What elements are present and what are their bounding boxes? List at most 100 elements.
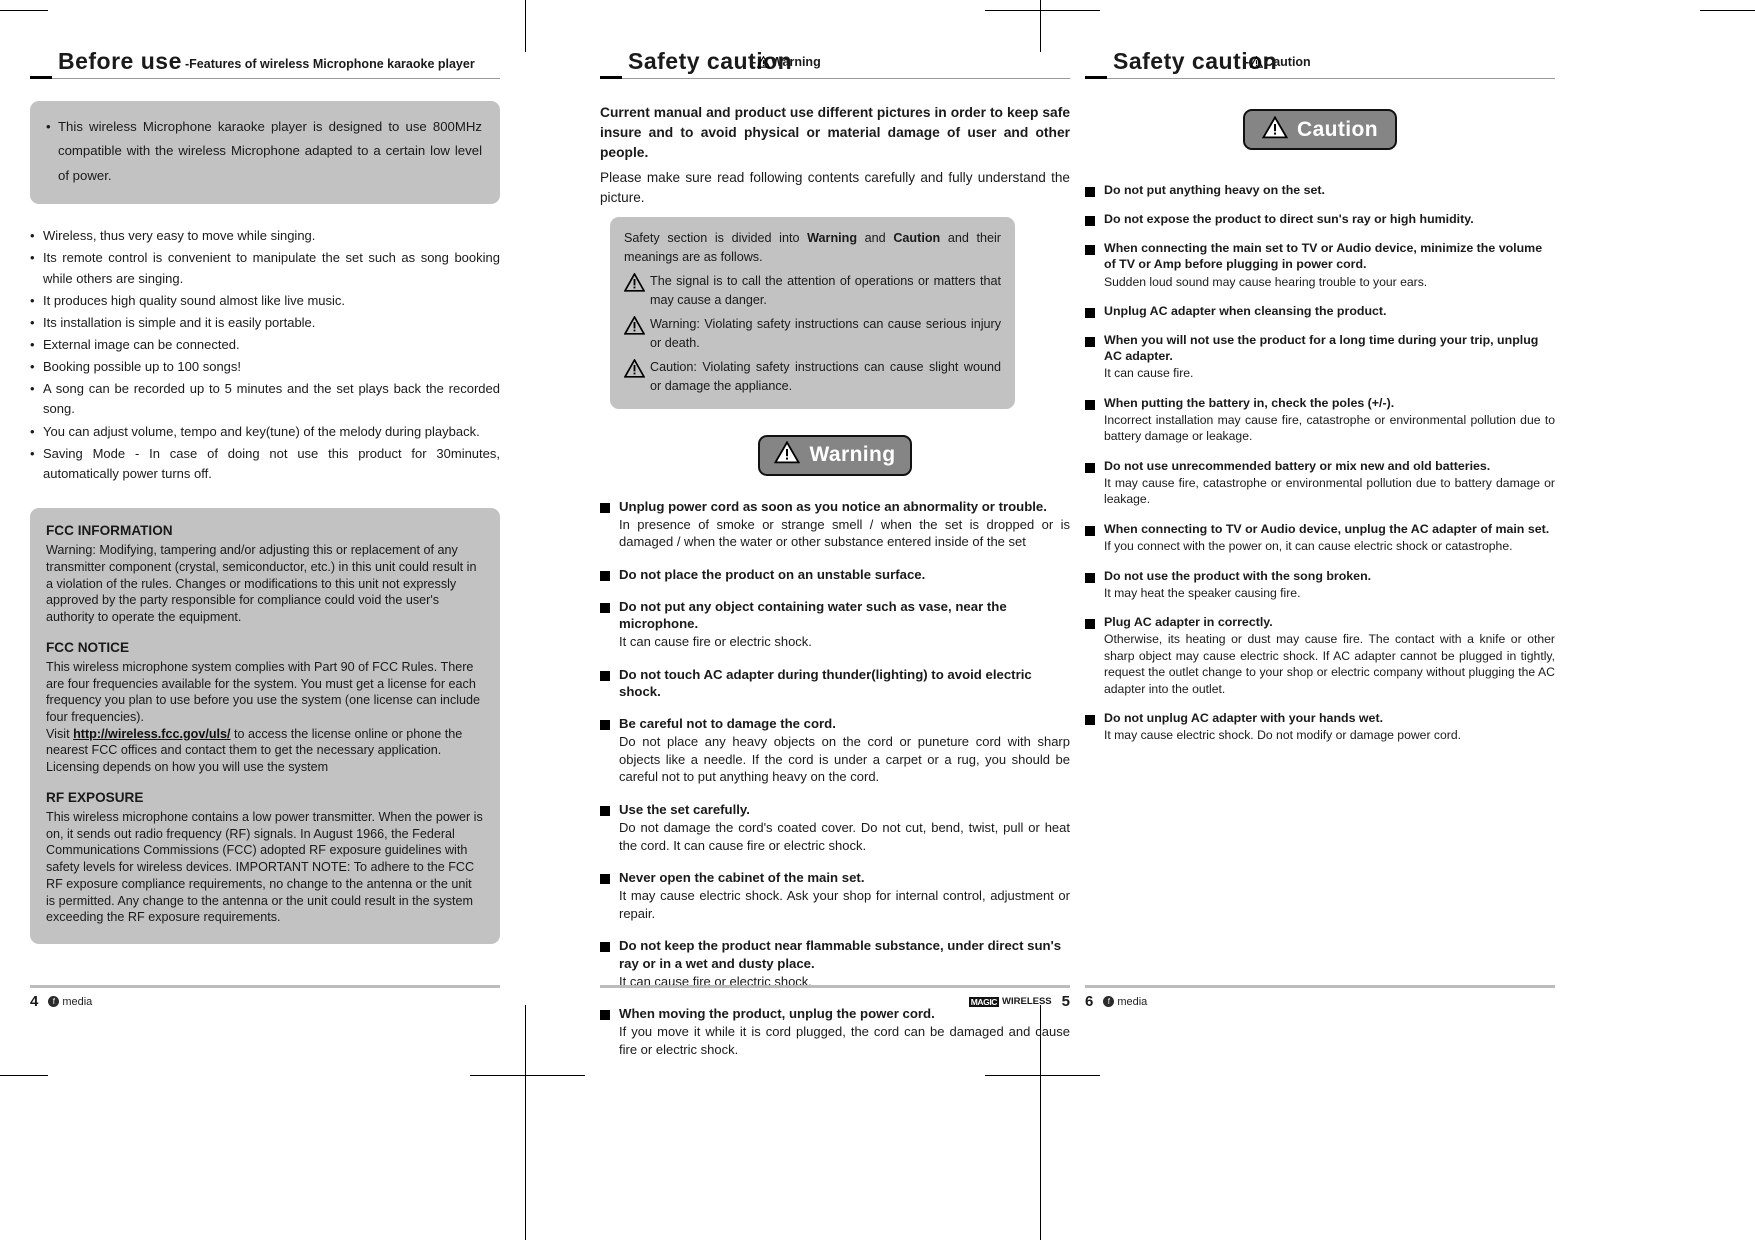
item-desc: Otherwise, its heating or dust may cause…	[1104, 632, 1555, 696]
footer-row: 4 f media	[30, 988, 500, 1010]
subtitle-text: Warning	[771, 55, 821, 69]
rf-exposure-body: This wireless microphone contains a low …	[46, 810, 483, 925]
item-title: Be careful not to damage the cord.	[619, 716, 836, 732]
item-desc: It can cause fire or electric shock.	[619, 634, 812, 650]
list-item: Do not use unrecommended battery or mix …	[1085, 458, 1555, 508]
bullet-dot-icon: •	[30, 292, 35, 308]
item-title: Unplug AC adapter when cleansing the pro…	[1104, 303, 1387, 318]
item-desc: It may cause fire, catastrophe or enviro…	[1104, 476, 1555, 507]
bullet-dot-icon: •	[46, 119, 51, 134]
bullet-dot-icon: •	[30, 250, 35, 266]
page-safety-caution-warning: Safety caution - Warning Current manual a…	[600, 0, 1070, 1130]
item-title: Do not expose the product to direct sun'…	[1104, 212, 1474, 227]
meaning-row: Caution: Violating safety instructions c…	[623, 358, 1001, 396]
item-title: Do not place the product on an unstable …	[619, 566, 926, 582]
list-item: When connecting the main set to TV or Au…	[1085, 240, 1555, 290]
meaning-text: The signal is to call the attention of o…	[650, 274, 1001, 308]
item-title: Do not unplug AC adapter with your hands…	[1104, 711, 1384, 726]
warning-triangle-icon	[623, 315, 650, 353]
warning-item-list: Unplug power cord as soon as you notice …	[600, 498, 1070, 1059]
feature-text: A song can be recorded up to 5 minutes a…	[43, 381, 500, 417]
list-item: Do not expose the product to direct sun'…	[1085, 211, 1555, 227]
media-logo-mark-icon: f	[1103, 996, 1115, 1007]
caution-triangle-icon	[623, 358, 650, 396]
page-subtitle: - Caution	[1245, 55, 1311, 71]
square-bullet-icon	[1085, 572, 1095, 583]
list-item: When moving the product, unplug the powe…	[600, 1005, 1070, 1058]
square-bullet-icon	[600, 720, 610, 731]
list-item: • Its remote control is convenient to man…	[30, 248, 500, 288]
page-title: Before use	[58, 48, 182, 74]
rf-exposure-heading: RF EXPOSURE	[46, 789, 144, 805]
list-item: When putting the battery in, check the p…	[1085, 395, 1555, 445]
square-bullet-icon	[1085, 245, 1095, 256]
item-desc: Sudden loud sound may cause hearing trou…	[1104, 274, 1428, 289]
header-stub	[600, 76, 622, 80]
footer-row: MAGIC WIRELESS 5	[600, 988, 1070, 1010]
section-header-safety-caution: Safety caution - Caution	[1085, 38, 1555, 80]
header-stub	[1085, 76, 1107, 80]
list-item: • You can adjust volume, tempo and key(tu…	[30, 422, 500, 442]
section-header-before-use: Before use -Features of wireless Microph…	[30, 38, 500, 80]
list-item: When you will not use the product for a …	[1085, 332, 1555, 382]
list-item: • Its installation is simple and it is ea…	[30, 313, 500, 333]
item-title: When you will not use the product for a …	[1104, 333, 1539, 364]
square-bullet-icon	[600, 570, 610, 581]
item-title: Do not touch AC adapter during thunder(l…	[619, 666, 1032, 699]
square-bullet-icon	[1085, 399, 1095, 410]
feature-list: • Wireless, thus very easy to move while …	[30, 226, 500, 484]
square-bullet-icon	[1085, 187, 1095, 197]
fcc-information-box: FCC INFORMATION Warning: Modifying, tamp…	[30, 507, 500, 945]
item-desc: If you connect with the power on, it can…	[1104, 539, 1513, 554]
page-safety-caution: Safety caution - Caution Caution Do not p…	[1085, 0, 1555, 1130]
media-logo-mark-icon: f	[48, 996, 60, 1007]
item-desc: It may cause electric shock. Do not modi…	[1104, 728, 1461, 743]
crop-mark-vertical-left	[525, 0, 526, 52]
list-item: Do not touch AC adapter during thunder(l…	[600, 666, 1070, 700]
rf-exposure-group: RF EXPOSURE This wireless microphone con…	[46, 789, 484, 926]
header-stub	[30, 76, 52, 80]
caution-triangle-icon	[1261, 115, 1289, 144]
footer-row: 6 f media	[1085, 988, 1555, 1010]
item-desc: It may cause electric shock. Ask your sh…	[619, 888, 1070, 921]
item-desc: In presence of smoke or strange smell / …	[619, 516, 1070, 550]
subtitle-text: Caution	[1264, 55, 1311, 69]
meaning-row: The signal is to call the attention of o…	[623, 272, 1001, 310]
list-item: Plug AC adapter in correctly. Otherwise, …	[1085, 614, 1555, 697]
media-logo-text: media	[62, 995, 93, 1008]
item-title: Do not use unrecommended battery or mix …	[1104, 458, 1491, 473]
caution-badge-label: Caution	[1297, 117, 1378, 141]
list-item: • Wireless, thus very easy to move while …	[30, 226, 500, 246]
list-item: Do not use the product with the song bro…	[1085, 568, 1555, 602]
intro-text: This wireless Microphone karaoke player …	[58, 119, 482, 183]
warning-triangle-icon	[774, 440, 801, 469]
warning-triangle-icon	[756, 55, 771, 71]
visit-prefix: Visit	[46, 726, 74, 741]
fcc-information-body: Warning: Modifying, tampering and/or adj…	[46, 543, 477, 624]
safety-intro-bold: Current manual and product use different…	[600, 105, 1070, 160]
list-item: Do not keep the product near flammable s…	[600, 937, 1070, 990]
feature-text: Saving Mode - In case of doing not use t…	[43, 445, 500, 481]
fcc-notice-body: This wireless microphone system complies…	[46, 659, 481, 724]
list-item: Unplug power cord as soon as you notice …	[600, 498, 1070, 551]
meaning-lead-2: and	[857, 231, 894, 246]
fcc-uls-link[interactable]: http://wireless.fcc.gov/uls/	[73, 727, 230, 741]
list-item: Do not put anything heavy on the set.	[1085, 182, 1555, 198]
item-title: Unplug power cord as soon as you notice …	[619, 498, 1047, 514]
list-item: • It produces high quality sound almost l…	[30, 291, 500, 311]
list-item: Do not put any object containing water s…	[600, 598, 1070, 651]
item-title: When connecting to TV or Audio device, u…	[1104, 521, 1550, 536]
square-bullet-icon	[1085, 462, 1095, 473]
square-bullet-icon	[1085, 619, 1095, 630]
subtitle-prefix: -	[752, 55, 757, 69]
caution-badge: Caution	[1243, 109, 1397, 150]
list-item: Do not place the product on an unstable …	[600, 566, 1070, 583]
page-subtitle: -Features of wireless Microphone karaoke…	[185, 57, 475, 71]
intro-callout-box: • This wireless Microphone karaoke playe…	[30, 101, 500, 205]
bullet-dot-icon: •	[30, 314, 35, 330]
caution-triangle-icon	[1249, 55, 1264, 71]
fcc-notice-visit-line: Visit http://wireless.fcc.gov/uls/ to ac…	[46, 726, 484, 776]
feature-text: Wireless, thus very easy to move while s…	[43, 228, 316, 244]
meaning-text: Warning: Violating safety instructions c…	[650, 316, 1001, 350]
bullet-dot-icon: •	[30, 445, 35, 461]
